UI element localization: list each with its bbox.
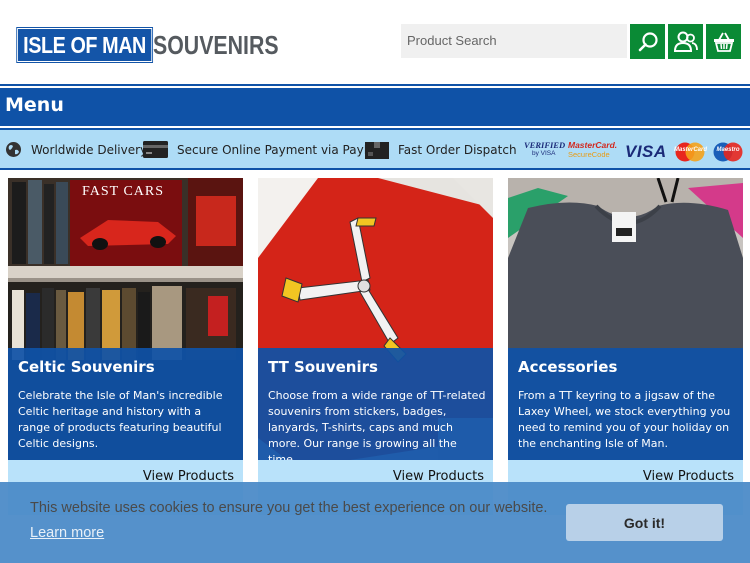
account-button[interactable]: [668, 24, 703, 59]
site-logo[interactable]: ISLE OF MAN SOUVENIRS: [17, 28, 279, 62]
search-icon: [638, 31, 658, 51]
strip-item-payment: Secure Online Payment via PayPal: [143, 141, 381, 158]
verified-by-visa-line2: by VISA: [532, 150, 556, 157]
cookie-accept-button[interactable]: Got it!: [566, 504, 723, 541]
card-title[interactable]: Celtic Souvenirs: [18, 358, 155, 376]
visa-logo: VISA: [625, 142, 667, 162]
verified-by-visa-logo: VERIFIED by VISA: [524, 140, 566, 161]
site-header: ISLE OF MAN SOUVENIRS Product Search: [0, 0, 750, 84]
card-description: Choose from a wide range of TT-related s…: [268, 389, 486, 466]
strip-label-delivery: Worldwide Delivery: [31, 142, 148, 157]
cookie-message: This website uses cookies to ensure you …: [30, 500, 548, 516]
page: ISLE OF MAN SOUVENIRS Product Search Men…: [0, 0, 750, 563]
search-button[interactable]: [630, 24, 665, 59]
mastercard-logo: MasterCard: [674, 142, 708, 162]
logo-sub: SOUVENIRS: [153, 30, 279, 60]
securecode-line1: MasterCard.: [568, 140, 618, 150]
category-card-accessories[interactable]: Accessories From a TT keyring to a jigsa…: [508, 178, 743, 515]
celtic-card-image-text: FAST CARS: [82, 184, 165, 199]
account-icon: [673, 31, 698, 52]
category-card-tt[interactable]: TT Souvenirs Choose from a wide range of…: [258, 178, 493, 515]
card-title[interactable]: Accessories: [518, 358, 617, 376]
search-input[interactable]: Product Search: [401, 24, 627, 58]
basket-icon: [713, 32, 734, 52]
strip-label-dispatch: Fast Order Dispatch: [398, 143, 517, 157]
card-icon: [143, 141, 168, 158]
cookie-learn-more-link[interactable]: Learn more: [30, 525, 104, 541]
verified-by-visa-line1: VERIFIED: [524, 140, 566, 150]
strip-label-payment: Secure Online Payment via PayPal: [177, 142, 382, 157]
card-title[interactable]: TT Souvenirs: [268, 358, 378, 376]
mastercard-logo-text: MasterCard: [674, 147, 708, 153]
cookie-banner: This website uses cookies to ensure you …: [0, 482, 750, 563]
maestro-logo-text: Maestro: [716, 147, 740, 153]
category-card-celtic[interactable]: FAST CARS Celtic Souvenirs Celebrate the…: [8, 178, 243, 515]
strip-item-delivery: Worldwide Delivery: [5, 141, 147, 158]
mastercard-securecode-logo: MasterCard. SecureCode: [568, 140, 618, 161]
menu-label[interactable]: Menu: [5, 94, 64, 116]
info-strip: Worldwide Delivery Secure Online Payment…: [0, 128, 750, 170]
globe-icon: [6, 142, 21, 157]
visa-logo-text: VISA: [625, 142, 667, 161]
basket-button[interactable]: [706, 24, 741, 59]
menu-bar[interactable]: Menu: [0, 88, 750, 126]
menu-divider: [0, 84, 750, 86]
securecode-line2: SecureCode: [568, 150, 610, 159]
card-description: From a TT keyring to a jigsaw of the Lax…: [518, 389, 731, 450]
dispatch-icon: [365, 142, 389, 159]
maestro-logo: Maestro: [712, 142, 744, 162]
card-description: Celebrate the Isle of Man's incredible C…: [18, 389, 223, 450]
logo-main: ISLE OF MAN: [17, 28, 152, 62]
strip-item-dispatch: Fast Order Dispatch: [365, 141, 517, 159]
